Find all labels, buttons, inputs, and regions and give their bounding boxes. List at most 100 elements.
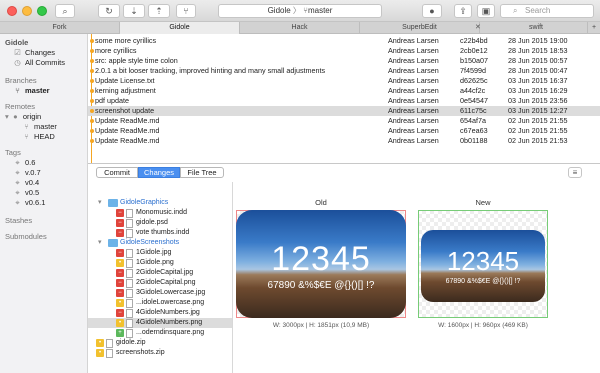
list-options-button[interactable]: ≡ — [568, 167, 582, 178]
minimize-window-button[interactable] — [22, 6, 32, 16]
commit-row[interactable]: kerning adjustment Andreas Larsen a44cf2c 0… — [88, 86, 600, 96]
commit-row[interactable]: screenshot update Andreas Larsen 611c75c 03… — [88, 106, 600, 116]
sidebar-item-changes[interactable]: ☑ Changes — [13, 48, 55, 57]
tag-icon: ⌖ — [15, 178, 20, 187]
disclosure-triangle-icon[interactable]: ▾ — [5, 112, 9, 121]
sidebar-item-tag[interactable]: ⌖ 0.6 — [13, 158, 35, 168]
fetch-button[interactable]: ↻ — [98, 4, 120, 18]
new-tab-button[interactable]: + — [588, 22, 600, 34]
commit-sha: 654af7a — [460, 116, 486, 125]
tab-file-tree[interactable]: File Tree — [180, 167, 224, 178]
branch-button[interactable]: ⑂ — [176, 4, 196, 18]
commit-dot — [89, 129, 94, 133]
file-row[interactable]: − 4GidoleNumbers.jpg — [88, 308, 232, 318]
file-row[interactable]: − 2GidoleCapital.png — [88, 278, 232, 288]
close-window-button[interactable] — [7, 6, 17, 16]
file-row[interactable]: − 2GidoleCapital.jpg — [88, 268, 232, 278]
commit-dot — [89, 49, 94, 53]
close-tab-icon[interactable]: ✕ — [475, 22, 481, 34]
status-m-icon: • — [96, 339, 104, 347]
sidebar-item-tag[interactable]: ⌖ v.0.7 — [13, 168, 41, 178]
commit-row[interactable]: Update License.txt Andreas Larsen d62625c 0… — [88, 76, 600, 86]
sidebar-item-all-commits[interactable]: ◷ All Commits — [13, 58, 65, 67]
sidebar-section-stashes[interactable]: Stashes — [5, 216, 32, 225]
pull-button[interactable]: ⇣ — [123, 4, 145, 18]
search-field[interactable]: ⌕ Search — [500, 4, 594, 18]
tab-hack[interactable]: Hack — [240, 22, 360, 34]
sidebar-section-submodules[interactable]: Submodules — [5, 232, 47, 241]
commit-author: Andreas Larsen — [388, 96, 439, 105]
commit-row[interactable]: Update ReadMe.md Andreas Larsen 654af7a 02 … — [88, 116, 600, 126]
file-row[interactable]: − Monomusic.indd — [88, 208, 232, 218]
file-row[interactable]: − vote thumbs.indd — [88, 228, 232, 238]
file-row[interactable]: − 3GidoleLowercase.jpg — [88, 288, 232, 298]
folder-row[interactable]: ▾ GidoleGraphics — [88, 198, 232, 208]
old-image: 12345 67890 &%$€E @{}()[] !? — [236, 210, 406, 318]
status-d-icon: − — [116, 229, 124, 237]
list-icon: ≡ — [572, 168, 578, 177]
file-row[interactable]: • screenshots.zip — [88, 348, 232, 358]
status-m-icon: • — [116, 319, 124, 327]
zoom-window-button[interactable] — [37, 6, 47, 16]
commit-dot — [89, 109, 94, 113]
commit-row[interactable]: pdf update Andreas Larsen 0e54547 03 Jun 20… — [88, 96, 600, 106]
file-row[interactable]: − 1Gidole.jpg — [88, 248, 232, 258]
split-divider[interactable] — [88, 163, 600, 164]
tab-swift[interactable]: ✕ swift — [475, 22, 588, 34]
commit-date: 03 Jun 2015 12:27 — [508, 106, 568, 115]
sidebar-item-remote-master[interactable]: ⑂ master — [22, 122, 57, 131]
sidebar-item-label: v.0.7 — [25, 168, 41, 177]
status-d-icon: − — [116, 269, 124, 277]
sidebar-item-branch-master[interactable]: ⑂ master — [13, 86, 50, 95]
file-name: 2GidoleCapital.png — [136, 279, 196, 286]
commit-row[interactable]: some more cyrillics Andreas Larsen c22b4bd… — [88, 36, 600, 46]
terminal-button[interactable]: ▣ — [477, 4, 495, 18]
tab-fork[interactable]: Fork — [0, 22, 120, 34]
commit-msg: Update License.txt — [95, 76, 155, 85]
folder-name: GidoleGraphics — [120, 199, 169, 206]
file-row[interactable]: • ...idoleLowercase.png — [88, 298, 232, 308]
file-row[interactable]: − gidole.psd — [88, 218, 232, 228]
image-digits: 12345 — [271, 240, 371, 278]
file-row[interactable]: • gidole.zip — [88, 338, 232, 348]
tab-gidole[interactable]: Gidole — [120, 22, 240, 34]
commit-dot — [89, 139, 94, 143]
sidebar-item-remote-origin[interactable]: ▾ ● origin — [5, 112, 41, 121]
file-icon — [126, 278, 133, 288]
status-d-icon: − — [116, 249, 124, 257]
commit-row[interactable]: more cyrillics Andreas Larsen 2cb0e12 28 Ju… — [88, 46, 600, 56]
file-name: 1Gidole.jpg — [136, 249, 172, 256]
github-button[interactable]: ● — [422, 4, 442, 18]
share-button[interactable]: ⇪ — [454, 4, 472, 18]
disclosure-triangle-icon[interactable]: ▾ — [98, 198, 102, 208]
sidebar-item-remote-head[interactable]: ⑂ HEAD — [22, 132, 55, 141]
commit-author: Andreas Larsen — [388, 76, 439, 85]
file-row[interactable]: • 1Gidole.png — [88, 258, 232, 268]
search-toolbar-button[interactable]: ⌕ — [55, 4, 75, 18]
disclosure-triangle-icon[interactable]: ▾ — [98, 238, 102, 248]
file-name: 4GidoleNumbers.png — [136, 319, 203, 326]
segment-label: File Tree — [187, 168, 217, 177]
repository-path[interactable]: Gidole 〉 ⑂master — [218, 4, 382, 18]
tab-superbedit[interactable]: SuperbEdit — [360, 22, 480, 34]
sidebar-item-tag[interactable]: ⌖ v0.4 — [13, 178, 39, 188]
commit-row[interactable]: Update ReadMe.md Andreas Larsen c67ea63 02 … — [88, 126, 600, 136]
sidebar-item-tag[interactable]: ⌖ v0.6.1 — [13, 198, 45, 208]
file-row[interactable]: • 4GidoleNumbers.png — [88, 318, 232, 328]
tab-commit[interactable]: Commit — [96, 167, 138, 178]
commit-row[interactable]: src: apple style time colon Andreas Larse… — [88, 56, 600, 66]
commit-dot — [89, 89, 94, 93]
fetch-icon: ↻ — [105, 6, 113, 16]
commit-row[interactable]: Update ReadMe.md Andreas Larsen 0b01188 02 … — [88, 136, 600, 146]
folder-row[interactable]: ▾ GidoleScreenshots — [88, 238, 232, 248]
sidebar-item-label: master — [25, 86, 50, 95]
tab-changes[interactable]: Changes — [138, 167, 180, 178]
file-row[interactable]: + ...oderndinsquare.png — [88, 328, 232, 338]
file-icon — [126, 328, 133, 338]
sidebar-repo-title: Gidole — [5, 38, 29, 47]
file-icon — [126, 228, 133, 238]
push-button[interactable]: ⇡ — [148, 4, 170, 18]
github-icon: ● — [429, 6, 435, 16]
commit-row[interactable]: 2.0.1 a bit looser tracking, improved hi… — [88, 66, 600, 76]
sidebar-item-tag[interactable]: ⌖ v0.5 — [13, 188, 39, 198]
